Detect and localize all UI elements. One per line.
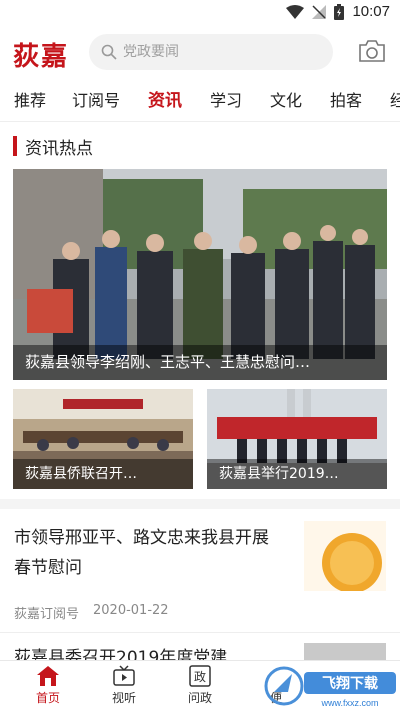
camera-icon[interactable] (358, 38, 386, 64)
status-bar: 10:07 (0, 0, 400, 26)
news-thumb-card[interactable]: 荻嘉县举行2019… (207, 389, 387, 489)
tv-icon (113, 665, 135, 686)
tab-subscriptions[interactable]: 订阅号 (58, 80, 134, 121)
nav-inquiry[interactable]: 政 问政 (162, 661, 238, 711)
news-date: 2020-01-22 (93, 603, 169, 618)
app-header: 荻嘉 (0, 26, 400, 80)
news-meta: 荻嘉订阅号 2020-01-22 (14, 603, 169, 622)
tab-culture[interactable]: 文化 (256, 80, 316, 121)
svg-text:政: 政 (194, 670, 206, 684)
category-tabs: 推荐 订阅号 资讯 学习 文化 拍客 经济 (0, 80, 400, 122)
news-title: 市领导邢亚平、路文忠来我县开展春节慰问 (14, 528, 269, 578)
watermark-text: 飞翔下载 (322, 675, 378, 692)
battery-icon (334, 3, 345, 20)
section-header: 资讯热点 (13, 134, 93, 159)
section-title: 资讯热点 (25, 138, 93, 159)
thumb-caption: 荻嘉县侨联召开… (13, 459, 193, 489)
news-source: 荻嘉订阅号 (14, 607, 80, 622)
nav-label: 视听 (111, 691, 136, 705)
app-logo: 荻嘉 (13, 42, 70, 72)
news-list-item[interactable]: 市领导邢亚平、路文忠来我县开展春节慰问 荻嘉订阅号 2020-01-22 (0, 509, 400, 631)
nav-home[interactable]: 首页 (10, 661, 86, 711)
nav-media[interactable]: 视听 (86, 661, 162, 711)
tab-photographer[interactable]: 拍客 (316, 80, 376, 121)
wifi-icon (286, 4, 305, 19)
tab-news[interactable]: 资讯 (134, 80, 196, 121)
status-icons: 10:07 (286, 3, 390, 20)
inquiry-icon: 政 (189, 665, 211, 687)
home-icon (37, 666, 59, 686)
nav-label: 首页 (35, 691, 60, 705)
thumb-caption: 荻嘉县举行2019… (207, 459, 387, 489)
no-signal-icon (312, 4, 327, 19)
watermark-url: www.fxxz.com (320, 698, 378, 708)
news-thumb-card[interactable]: 荻嘉县侨联召开… (13, 389, 193, 489)
search-bar[interactable] (89, 34, 333, 70)
section-accent-bar (13, 136, 17, 156)
tab-recommend[interactable]: 推荐 (0, 80, 58, 121)
nav-label: 问政 (187, 691, 212, 705)
tab-study[interactable]: 学习 (196, 80, 256, 121)
search-input[interactable] (123, 44, 313, 60)
tab-economy[interactable]: 经济 (376, 80, 400, 121)
site-watermark: 飞翔下载 www.fxxz.com (264, 666, 396, 708)
hero-caption: 荻嘉县领导李绍刚、王志平、王慧忠慰问… (13, 345, 387, 380)
news-title: 荻嘉县委召开2019年度党建 (14, 648, 228, 660)
news-thumbnail (304, 521, 386, 591)
hero-news-card[interactable]: 荻嘉县领导李绍刚、王志平、王慧忠慰问… (13, 169, 387, 380)
news-thumbnail (304, 643, 386, 660)
search-icon (101, 44, 117, 60)
clock: 10:07 (352, 3, 390, 20)
section-divider (0, 499, 400, 509)
news-list-item[interactable]: 荻嘉县委召开2019年度党建 (0, 632, 400, 660)
